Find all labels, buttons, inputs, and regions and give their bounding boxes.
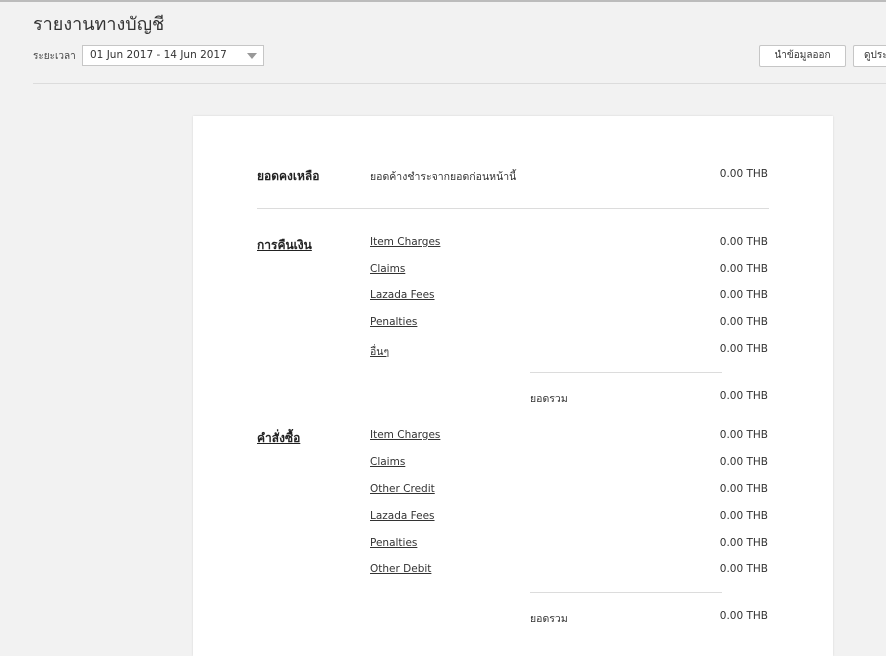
orders-total-label: ยอดรวม <box>530 613 568 625</box>
refunds-other-link[interactable]: อื่นๆ <box>370 343 389 360</box>
refunds-claims-link[interactable]: Claims <box>370 263 405 275</box>
refunds-penalties-amount: 0.00 THB <box>719 316 768 328</box>
orders-subtotal-divider <box>530 592 722 593</box>
refunds-lazada-fees-amount: 0.00 THB <box>719 289 768 301</box>
view-button[interactable]: ดูประ <box>853 45 886 67</box>
balance-row-amount: 0.00 THB <box>719 168 768 180</box>
refunds-subtotal-divider <box>530 372 722 373</box>
top-border <box>0 0 886 2</box>
orders-penalties-amount: 0.00 THB <box>719 537 768 549</box>
refunds-item-charges-amount: 0.00 THB <box>719 236 768 248</box>
orders-other-debit-link[interactable]: Other Debit <box>370 563 431 575</box>
orders-other-credit-link[interactable]: Other Credit <box>370 483 435 495</box>
page-title: รายงานทางบัญชี <box>33 14 165 35</box>
refunds-section-title: การคืนเงิน <box>257 238 312 252</box>
balance-row-label: ยอดค้างชำระจากยอดก่อนหน้านี้ <box>370 171 517 183</box>
refunds-claims-amount: 0.00 THB <box>719 263 768 275</box>
orders-penalties-link[interactable]: Penalties <box>370 537 417 549</box>
balance-section-title: ยอดคงเหลือ <box>257 169 320 183</box>
refunds-penalties-link[interactable]: Penalties <box>370 316 417 328</box>
refunds-other-amount: 0.00 THB <box>719 343 768 355</box>
orders-section-title: คำสั่งซื้อ <box>257 431 301 445</box>
date-range-select[interactable]: 01 Jun 2017 - 14 Jun 2017 <box>82 45 264 66</box>
refunds-total-label: ยอดรวม <box>530 393 568 405</box>
orders-lazada-fees-amount: 0.00 THB <box>719 510 768 522</box>
statement-card: ยอดคงเหลือ ยอดค้างชำระจากยอดก่อนหน้านี้ … <box>193 116 833 656</box>
chevron-down-icon <box>247 53 257 59</box>
refunds-total-amount: 0.00 THB <box>719 390 768 402</box>
refunds-lazada-fees-link[interactable]: Lazada Fees <box>370 289 435 301</box>
export-button[interactable]: นำข้อมูลออก <box>759 45 846 67</box>
orders-item-charges-amount: 0.00 THB <box>719 429 768 441</box>
header-divider <box>33 83 886 84</box>
orders-item-charges-link[interactable]: Item Charges <box>370 429 440 441</box>
orders-claims-link[interactable]: Claims <box>370 456 405 468</box>
date-range-value: 01 Jun 2017 - 14 Jun 2017 <box>90 49 227 61</box>
orders-claims-amount: 0.00 THB <box>719 456 768 468</box>
orders-total-amount: 0.00 THB <box>719 610 768 622</box>
period-label: ระยะเวลา <box>33 51 76 62</box>
orders-other-debit-amount: 0.00 THB <box>719 563 768 575</box>
orders-lazada-fees-link[interactable]: Lazada Fees <box>370 510 435 522</box>
orders-other-credit-amount: 0.00 THB <box>719 483 768 495</box>
section-divider <box>257 208 769 209</box>
refunds-item-charges-link[interactable]: Item Charges <box>370 236 440 248</box>
